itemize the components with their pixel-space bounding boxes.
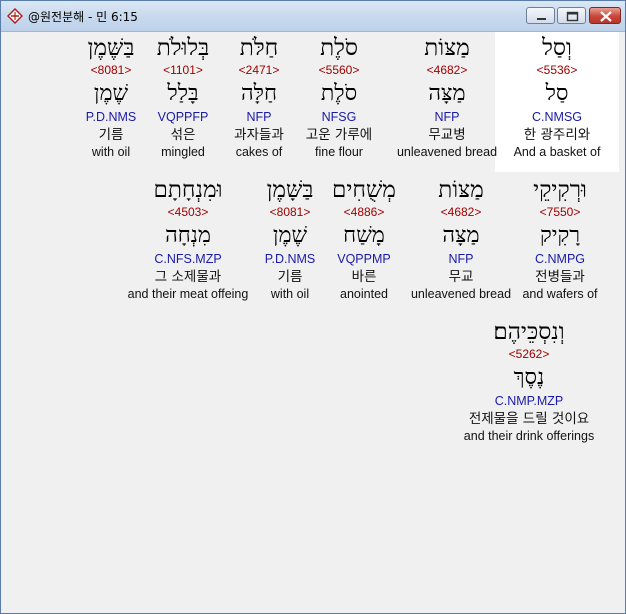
parsing-panel: וְסַל <5536> סַל C.NMSG 한 광주리와 And a bas…	[5, 32, 622, 610]
english-gloss: fine flour	[315, 145, 363, 159]
minimize-button[interactable]	[526, 7, 555, 24]
korean-gloss: 바른	[351, 269, 377, 285]
morphology-code: NFP	[448, 252, 474, 266]
strong-number[interactable]: <4682>	[385, 63, 509, 78]
morphology-code: C.NFS.MZP	[154, 252, 222, 266]
minimize-icon	[537, 18, 546, 20]
close-button[interactable]	[589, 7, 621, 24]
english-gloss: unleavened bread	[410, 287, 512, 301]
hebrew-word: וּמִנְחָתָם	[153, 177, 223, 203]
strong-number[interactable]: <4682>	[401, 205, 521, 220]
english-gloss: and their drink offerings	[463, 429, 595, 443]
korean-gloss: 섞은	[170, 127, 196, 143]
hebrew-word: מַצּוֹת	[424, 35, 470, 61]
korean-gloss: 무교병	[428, 127, 466, 143]
morphology-code: VQPPFP	[157, 110, 209, 124]
hebrew-word: וְסַל	[542, 35, 572, 61]
english-gloss: mingled	[161, 145, 205, 159]
hebrew-word: חַלֹּת	[239, 35, 279, 61]
strong-number[interactable]: <2471>	[219, 63, 299, 78]
hebrew-word: וְנִסְכֵּיהֶם׃	[493, 319, 565, 345]
hebrew-word: סֹלֶת	[320, 35, 358, 61]
morphology-code: NFSG	[321, 110, 357, 124]
maximize-button[interactable]	[557, 7, 586, 24]
korean-gloss: 기름	[98, 127, 124, 143]
lexeme: מַצָּה	[442, 223, 480, 248]
korean-gloss: 기름	[277, 269, 303, 285]
korean-gloss: 한 광주리와	[523, 127, 591, 143]
word-cell[interactable]: וְסַל <5536> סַל C.NMSG 한 광주리와 And a bas…	[495, 32, 619, 172]
lexeme: מִנְחָה	[165, 223, 211, 248]
strong-number[interactable]: <7550>	[505, 205, 615, 220]
hebrew-word: מְשֻׁחִים	[332, 177, 396, 203]
lexeme: מָשַׁח	[343, 223, 385, 248]
english-gloss: and wafers of	[522, 287, 598, 301]
word-cell[interactable]: מַצּוֹת <4682> מַצָּה NFP 무교병 unleavened…	[385, 32, 509, 160]
lexeme: נֶסֶךְ	[513, 365, 545, 390]
morphology-code: VQPPMP	[337, 252, 391, 266]
morphology-code: C.NMSG	[532, 110, 582, 124]
word-cell[interactable]: בְּלוּלֹת <1101> בָּלַל VQPPFP 섞은 mingle…	[145, 32, 221, 160]
title-bar[interactable]: @원전분해 - 민 6:15	[1, 1, 625, 32]
morphology-code: C.NMPG	[535, 252, 585, 266]
korean-gloss: 그 소제물과	[154, 269, 222, 285]
korean-gloss: 무교	[448, 269, 474, 285]
lexeme: מַצָּה	[428, 81, 466, 106]
word-cell[interactable]: וּרְקִיקֵי <7550> רָקִיק C.NMPG 전병들과 and…	[505, 174, 615, 302]
lexeme: סֹלֶת	[320, 81, 358, 106]
hebrew-word: וּרְקִיקֵי	[533, 177, 587, 203]
strong-number[interactable]: <8081>	[251, 205, 329, 220]
maximize-icon	[566, 11, 579, 22]
word-cell[interactable]: וּמִנְחָתָם <4503> מִנְחָה C.NFS.MZP 그 소…	[123, 174, 253, 302]
word-cell[interactable]: חַלֹּת <2471> חַלָּה NFP 과자들과 cakes of	[219, 32, 299, 160]
strong-number[interactable]: <8081>	[73, 63, 149, 78]
lexeme: שֶׁמֶן	[272, 223, 308, 248]
hebrew-word: מַצּוֹת	[438, 177, 484, 203]
lexeme: שֶׁמֶן	[93, 81, 129, 106]
window-title: @원전분해 - 민 6:15	[28, 10, 138, 24]
english-gloss: with oil	[270, 287, 310, 301]
morphology-code: C.NMP.MZP	[494, 394, 564, 408]
english-gloss: and their meat offeing	[127, 287, 249, 301]
english-gloss: unleavened bread	[396, 145, 498, 159]
strong-number[interactable]: <4503>	[123, 205, 253, 220]
korean-gloss: 과자들과	[234, 127, 284, 143]
app-window: @원전분해 - 민 6:15 וְסַל <5536> סַל C.NMSG 한…	[0, 0, 626, 614]
word-cell[interactable]: בַּשָּׁמֶן <8081> שֶׁמֶן P.D.NMS 기름 with…	[251, 174, 329, 302]
strong-number[interactable]: <4886>	[323, 205, 405, 220]
lexeme: חַלָּה	[241, 81, 277, 106]
word-cell[interactable]: וְנִסְכֵּיהֶם׃ <5262> נֶסֶךְ C.NMP.MZP 전…	[449, 316, 609, 444]
lexeme: סַל	[545, 81, 569, 106]
english-gloss: cakes of	[235, 145, 283, 159]
english-gloss: anointed	[340, 287, 388, 301]
word-cell[interactable]: מַצּוֹת <4682> מַצָּה NFP 무교 unleavened …	[401, 174, 521, 302]
english-gloss: And a basket of	[513, 145, 601, 159]
hebrew-word: בְּלוּלֹת	[156, 35, 210, 61]
strong-number[interactable]: <5560>	[289, 63, 389, 78]
hebrew-word: בַּשָּׁמֶן	[266, 177, 314, 203]
morphology-code: NFP	[434, 110, 460, 124]
korean-gloss: 전병들과	[535, 269, 585, 285]
morphology-code: NFP	[246, 110, 272, 124]
app-logo-icon	[6, 7, 24, 25]
close-icon	[600, 11, 612, 22]
word-cell[interactable]: בַּשֶּׁמֶן <8081> שֶׁמֶן P.D.NMS 기름 with…	[73, 32, 149, 160]
word-cell[interactable]: סֹלֶת <5560> סֹלֶת NFSG 고운 가루에 fine flou…	[289, 32, 389, 160]
strong-number[interactable]: <1101>	[145, 63, 221, 78]
korean-gloss: 고운 가루에	[305, 127, 373, 143]
strong-number[interactable]: <5262>	[449, 347, 609, 362]
hebrew-word: בַּשֶּׁמֶן	[87, 35, 135, 61]
morphology-code: P.D.NMS	[264, 252, 316, 266]
word-cell[interactable]: מְשֻׁחִים <4886> מָשַׁח VQPPMP 바른 anoint…	[323, 174, 405, 302]
lexeme: בָּלַל	[167, 81, 199, 106]
korean-gloss: 전제물을 드릴 것이요	[468, 411, 590, 427]
lexeme: רָקִיק	[539, 223, 581, 248]
morphology-code: P.D.NMS	[85, 110, 137, 124]
strong-number[interactable]: <5536>	[495, 63, 619, 78]
english-gloss: with oil	[91, 145, 131, 159]
